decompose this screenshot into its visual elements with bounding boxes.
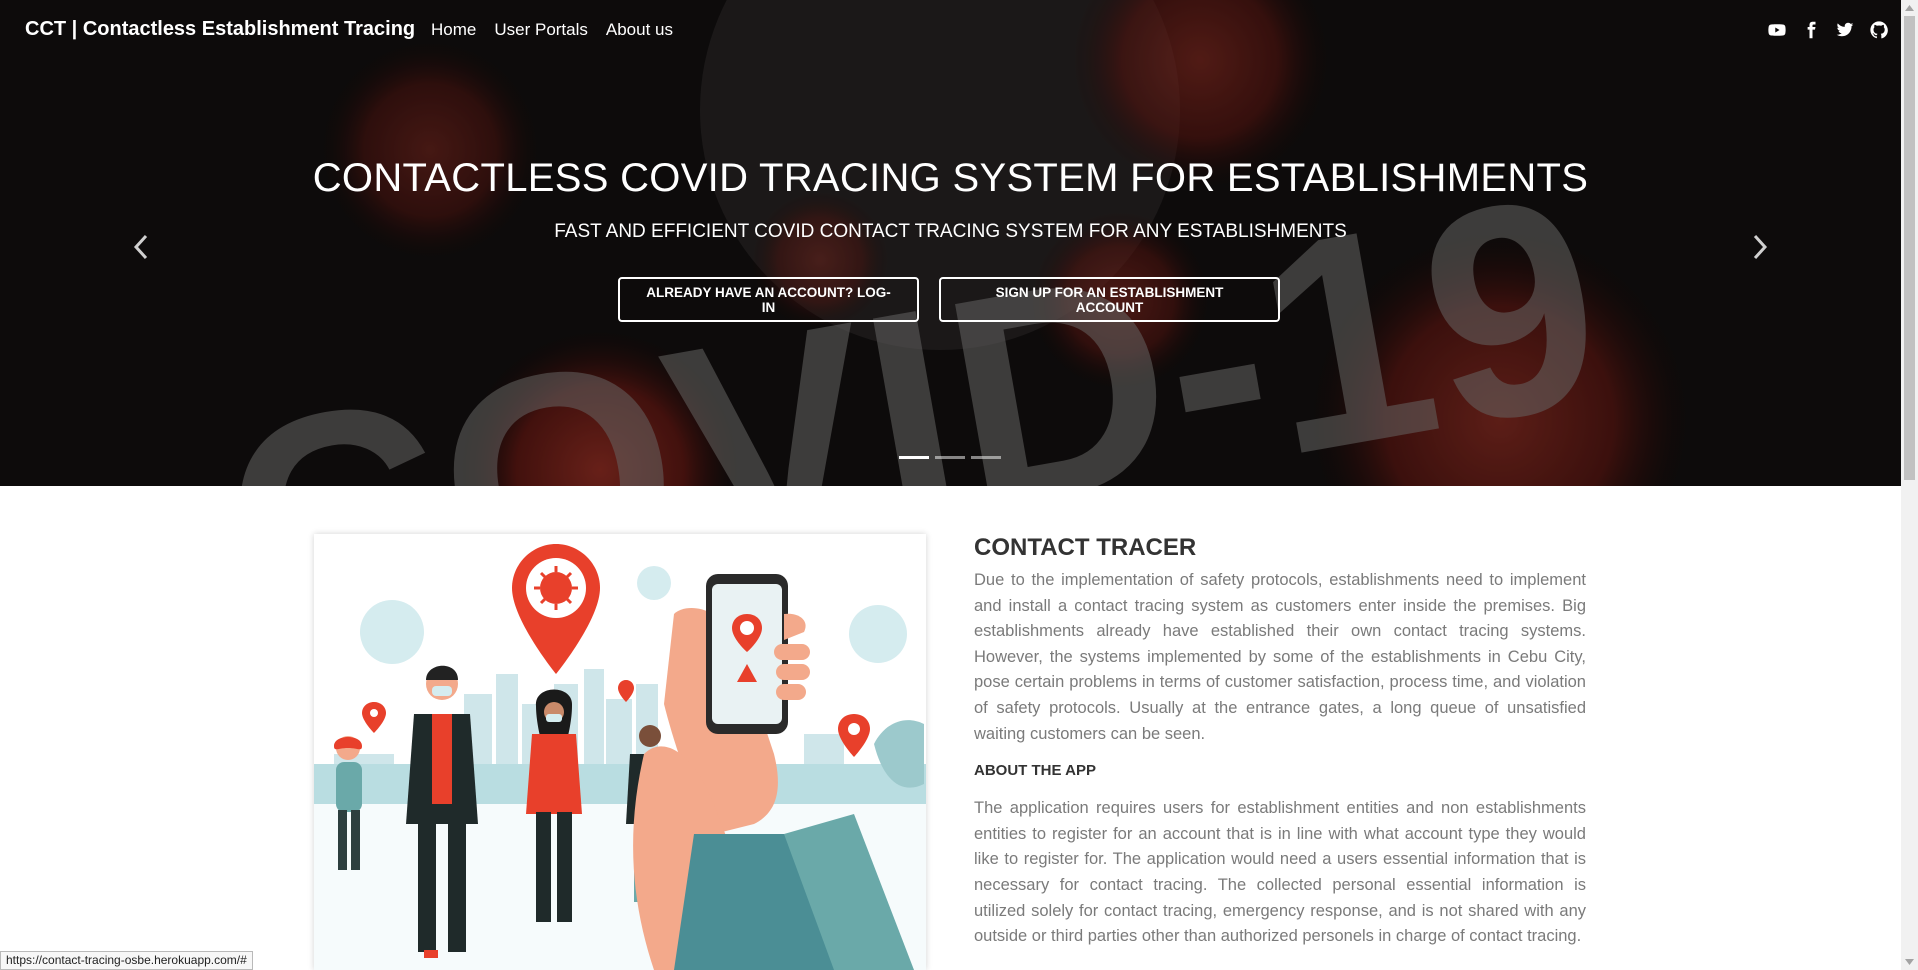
scroll-thumb[interactable] — [1904, 16, 1915, 480]
login-button[interactable]: ALREADY HAVE AN ACCOUNT? LOG-IN — [618, 277, 919, 322]
scroll-up-icon[interactable] — [1901, 0, 1918, 16]
nav-links: Home User Portals About us — [431, 20, 673, 40]
brand-logo[interactable]: CCT | Contactless Establishment Tracing — [25, 18, 415, 41]
chevron-left-icon — [133, 234, 148, 260]
nav-about-link[interactable]: About us — [606, 20, 673, 40]
carousel-indicators — [899, 456, 1001, 459]
article-paragraph-1: Due to the implementation of safety prot… — [974, 571, 1586, 743]
hero-overlay — [0, 0, 1901, 486]
hero-subtitle: FAST AND EFFICIENT COVID CONTACT TRACING… — [554, 221, 1347, 242]
social-links — [1767, 20, 1889, 40]
carousel-prev-button[interactable] — [126, 232, 156, 262]
facebook-icon[interactable] — [1801, 20, 1821, 40]
carousel-indicator-3[interactable] — [971, 456, 1001, 459]
twitter-icon[interactable] — [1835, 20, 1855, 40]
article-title: CONTACT TRACER — [974, 534, 1197, 561]
carousel-indicator-2[interactable] — [935, 456, 965, 459]
hero-carousel: COVID-19 — [0, 0, 1901, 486]
about-app-heading: ABOUT THE APP — [974, 762, 1096, 780]
navbar: CCT | Contactless Establishment Tracing … — [0, 0, 1901, 62]
github-icon[interactable] — [1869, 20, 1889, 40]
hero-title: CONTACTLESS COVID TRACING SYSTEM FOR EST… — [312, 156, 1589, 200]
article-paragraph-2: The application requires users for estab… — [974, 799, 1586, 946]
nav-home-link[interactable]: Home — [431, 20, 476, 40]
masked-people-phone-illustration — [314, 534, 926, 970]
signup-button[interactable]: SIGN UP FOR AN ESTABLISHMENT ACCOUNT — [939, 277, 1280, 322]
status-bar-url: https://contact-tracing-osbe.herokuapp.c… — [0, 951, 253, 970]
scroll-down-icon[interactable] — [1901, 954, 1918, 970]
contact-tracing-illustration — [314, 534, 926, 970]
carousel-next-button[interactable] — [1745, 232, 1775, 262]
page-scrollbar[interactable] — [1901, 0, 1918, 970]
youtube-icon[interactable] — [1767, 20, 1787, 40]
chevron-right-icon — [1753, 234, 1768, 260]
carousel-indicator-1[interactable] — [899, 456, 929, 459]
about-article: CONTACT TRACER Due to the implementation… — [974, 534, 1586, 950]
nav-user-portals-link[interactable]: User Portals — [494, 20, 588, 40]
